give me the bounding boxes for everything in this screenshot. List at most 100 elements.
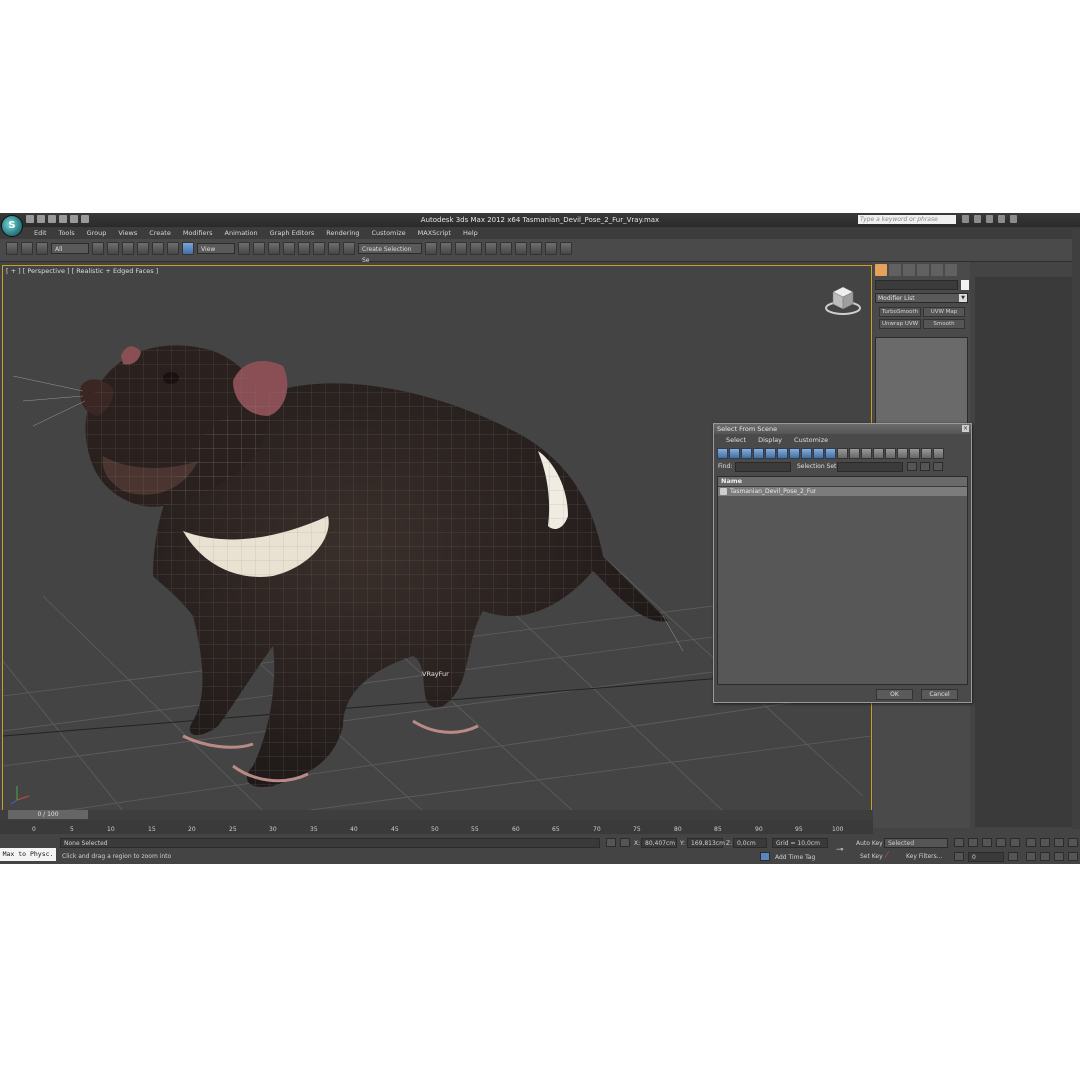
render-production-icon[interactable] <box>560 242 572 255</box>
menu-group[interactable]: Group <box>81 227 113 239</box>
hierarchy-tab-icon[interactable] <box>903 264 915 276</box>
go-to-start-icon[interactable] <box>954 838 964 847</box>
favorites-star-icon[interactable] <box>998 215 1005 223</box>
mirror-icon[interactable] <box>425 242 437 255</box>
named-selection-dropdown[interactable]: Create Selection Se <box>358 243 422 264</box>
previous-frame-icon[interactable] <box>968 838 978 847</box>
menu-views[interactable]: Views <box>112 227 143 239</box>
selection-set-edit-icon[interactable] <box>920 462 930 471</box>
play-icon[interactable] <box>982 838 992 847</box>
filter-icon[interactable] <box>921 448 932 459</box>
dialog-menu-select[interactable]: Select <box>720 434 752 446</box>
display-all-icon[interactable] <box>837 448 848 459</box>
display-lights-icon[interactable] <box>741 448 752 459</box>
time-slider-track[interactable] <box>0 810 873 820</box>
spinner-snap-icon[interactable] <box>328 242 340 255</box>
display-cameras-icon[interactable] <box>753 448 764 459</box>
dialog-title-bar[interactable]: Select From Scene × <box>714 424 971 434</box>
select-link-icon[interactable] <box>6 242 18 255</box>
rectangular-selection-icon[interactable] <box>122 242 134 255</box>
transform-mode-icon[interactable] <box>620 838 630 847</box>
align-icon[interactable] <box>440 242 452 255</box>
reference-coordinate-dropdown[interactable]: View <box>197 243 235 254</box>
schematic-view-icon[interactable] <box>500 242 512 255</box>
display-tab-icon[interactable] <box>931 264 943 276</box>
object-name-field[interactable] <box>875 280 958 290</box>
modifier-list-dropdown[interactable]: Modifier List ▼ <box>875 293 968 303</box>
select-all-icon[interactable] <box>873 448 884 459</box>
rotate-icon[interactable] <box>167 242 179 255</box>
render-setup-icon[interactable] <box>530 242 542 255</box>
time-slider[interactable]: 0 / 100 <box>8 810 88 819</box>
select-object-icon[interactable] <box>92 242 104 255</box>
menu-tools[interactable]: Tools <box>53 227 81 239</box>
auto-key-button[interactable]: Auto Key <box>856 840 883 847</box>
pivot-center-icon[interactable] <box>238 242 250 255</box>
z-coordinate-field[interactable]: 0,0cm <box>733 838 767 848</box>
key-mode-toggle-icon[interactable] <box>954 852 964 861</box>
bind-space-warp-icon[interactable] <box>36 242 48 255</box>
select-by-name-icon[interactable] <box>107 242 119 255</box>
motion-tab-icon[interactable] <box>917 264 929 276</box>
zoom-icon[interactable] <box>1026 838 1036 847</box>
add-time-tag-button[interactable]: Add Time Tag <box>775 854 815 861</box>
selection-set-dropdown[interactable] <box>837 462 903 472</box>
help-icon[interactable] <box>1010 215 1017 223</box>
selection-set-add-icon[interactable] <box>907 462 917 471</box>
search-input[interactable]: Type a keyword or phrase <box>858 215 956 224</box>
time-configuration-icon[interactable] <box>1008 852 1018 861</box>
maximize-viewport-icon[interactable] <box>1068 852 1078 861</box>
graphite-ribbon-icon[interactable] <box>470 242 482 255</box>
dialog-menu-customize[interactable]: Customize <box>788 434 834 446</box>
angle-snap-icon[interactable] <box>298 242 310 255</box>
track-bar[interactable]: 0 5 10 15 20 25 30 35 40 45 50 55 60 65 … <box>0 820 873 834</box>
field-of-view-icon[interactable] <box>1026 852 1036 861</box>
app-logo[interactable]: S <box>1 215 23 237</box>
menu-create[interactable]: Create <box>143 227 177 239</box>
set-key-button[interactable]: Set Key <box>860 853 883 860</box>
time-tag-icon[interactable] <box>760 852 770 861</box>
display-geometry-icon[interactable] <box>717 448 728 459</box>
curve-editor-icon[interactable] <box>485 242 497 255</box>
viewport-label[interactable]: [ + ] [ Perspective ] [ Realistic + Edge… <box>6 267 158 275</box>
display-space-warps-icon[interactable] <box>777 448 788 459</box>
pan-view-icon[interactable] <box>1040 852 1050 861</box>
viewcube-icon[interactable] <box>825 280 861 316</box>
communication-icon[interactable] <box>986 215 993 223</box>
display-helpers-icon[interactable] <box>765 448 776 459</box>
key-mode-dropdown[interactable]: Selected <box>884 838 948 848</box>
menu-edit[interactable]: Edit <box>28 227 53 239</box>
maxscript-listener-button[interactable]: Max to Physc. <box>0 848 56 861</box>
menu-modifiers[interactable]: Modifiers <box>177 227 219 239</box>
find-input[interactable] <box>735 462 791 472</box>
menu-customize[interactable]: Customize <box>365 227 411 239</box>
select-none-icon[interactable] <box>885 448 896 459</box>
panel-scrollbar[interactable] <box>1072 229 1080 829</box>
orbit-icon[interactable] <box>1054 852 1064 861</box>
zoom-extents-icon[interactable] <box>1054 838 1064 847</box>
scale-icon[interactable] <box>182 242 194 255</box>
select-manipulate-icon[interactable] <box>253 242 265 255</box>
turbosmooth-button[interactable]: TurboSmooth <box>879 307 921 317</box>
y-coordinate-field[interactable]: 169,813cm <box>687 838 725 848</box>
zoom-all-icon[interactable] <box>1040 838 1050 847</box>
list-item[interactable]: Tasmanian_Devil_Pose_2_Fur <box>718 487 967 496</box>
snaps-toggle-icon[interactable] <box>283 242 295 255</box>
display-xrefs-icon[interactable] <box>801 448 812 459</box>
utilities-tab-icon[interactable] <box>945 264 957 276</box>
sync-selection-icon[interactable] <box>909 448 920 459</box>
find-icon[interactable] <box>933 448 944 459</box>
layer-manager-icon[interactable] <box>455 242 467 255</box>
current-frame-field[interactable]: 0 <box>968 852 1004 862</box>
key-filters-button[interactable]: Key Filters... <box>906 853 943 860</box>
subscription-icon[interactable] <box>974 215 981 223</box>
unlink-icon[interactable] <box>21 242 33 255</box>
close-icon[interactable]: × <box>962 425 969 432</box>
menu-animation[interactable]: Animation <box>219 227 264 239</box>
display-shapes-icon[interactable] <box>729 448 740 459</box>
rendered-frame-window-icon[interactable] <box>545 242 557 255</box>
percent-snap-icon[interactable] <box>313 242 325 255</box>
selection-set-delete-icon[interactable] <box>933 462 943 471</box>
dialog-menu-display[interactable]: Display <box>752 434 788 446</box>
material-editor-icon[interactable] <box>515 242 527 255</box>
